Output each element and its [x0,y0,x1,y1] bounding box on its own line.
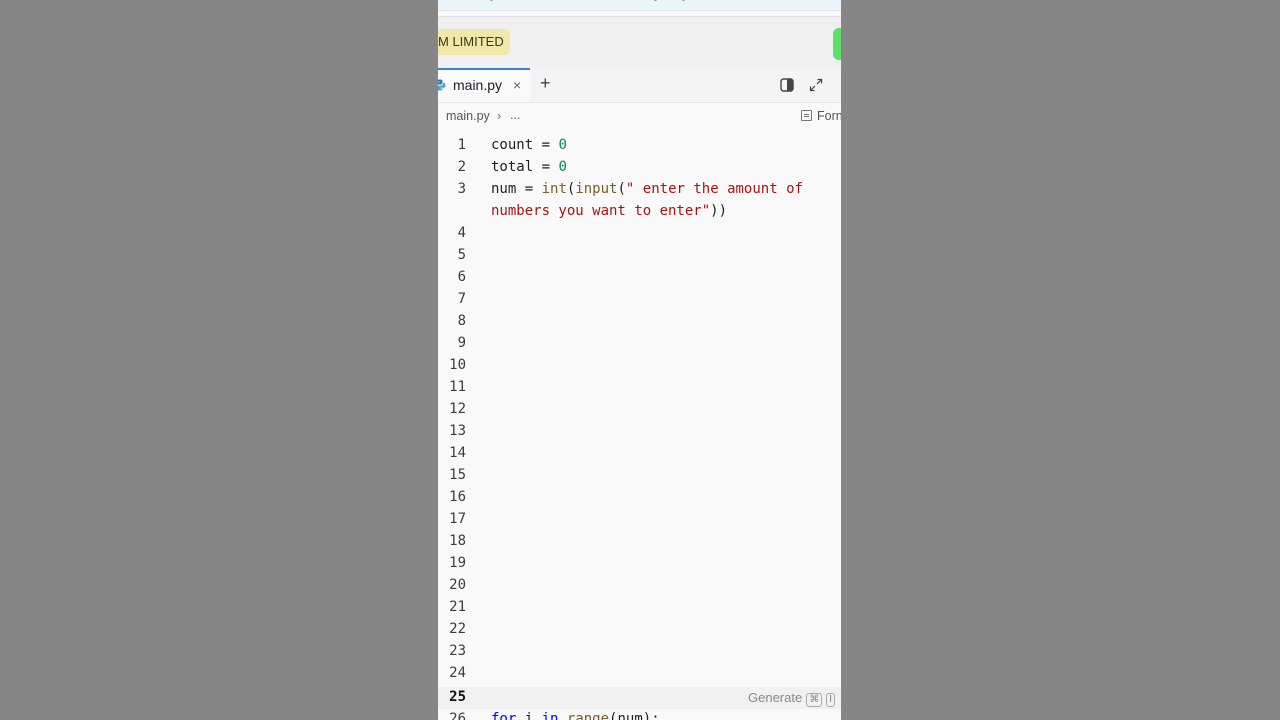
line-number: 22 [449,621,466,637]
code-token: int [541,181,567,197]
line-number: 12 [449,401,466,417]
line-number: 6 [457,269,466,285]
code-token: count [491,137,534,153]
code-editor[interactable]: 1 2 3 4 5 6 7 8 9 10 11 12 13 14 15 16 1… [438,135,841,720]
line-number: 1 [457,137,466,153]
line-number: 26 [449,711,466,720]
code-line: for i in range(num): [491,711,660,720]
strip-dot [490,0,493,1]
line-number: 11 [449,379,466,395]
code-token: = [533,137,559,153]
shortcut-key: ⌘ [806,693,823,707]
line-number-active: 25 [449,689,466,705]
code-line: total = 0 [491,159,567,175]
code-line: num = int(input(" enter the amount of [491,181,803,197]
line-number: 15 [449,467,466,483]
line-number: 19 [449,555,466,571]
line-number: 7 [457,291,466,307]
close-icon[interactable]: × [513,77,521,93]
expand-icon[interactable] [809,78,823,92]
code-token: range [566,711,610,720]
tab-label: main.py [453,77,503,93]
line-number: 9 [457,335,466,351]
code-token: ( [617,181,626,197]
line-number: 16 [449,489,466,505]
code-line-wrapped: numbers you want to enter")) [491,203,727,219]
line-number: 10 [449,357,466,373]
split-view-icon[interactable] [780,78,794,92]
line-number: 21 [449,599,466,615]
code-token: 0 [558,159,567,175]
generate-hint[interactable]: Generate ⌘ I [748,690,835,707]
banner-row: M LIMITED [438,16,841,70]
breadcrumb-more[interactable]: ... [510,108,520,122]
shortcut-key: I [826,693,835,707]
code-token: )) [710,203,728,219]
company-badge[interactable]: M LIMITED [438,29,510,55]
editor-panel: M LIMITED main.py × + main.py › ... Forn… [438,0,841,720]
tab-bar: main.py × + [438,68,841,103]
line-number: 14 [449,445,466,461]
line-number: 24 [449,665,466,681]
code-token: numbers you want to enter" [491,203,711,219]
code-token: 0 [558,137,567,153]
generate-label: Generate [748,690,803,705]
code-token: = [516,181,542,197]
line-number: 8 [457,313,466,329]
line-number: 4 [457,225,466,241]
code-token: = [533,159,559,175]
strip-dot [682,0,685,1]
code-token: i [516,711,542,720]
top-strip [438,0,841,11]
plus-icon[interactable]: + [540,73,551,94]
line-number: 13 [449,423,466,439]
line-number: 2 [457,159,466,175]
line-number: 5 [457,247,466,263]
code-token: for [491,711,517,720]
strip-dot [654,0,657,1]
code-token: " enter the amount of [625,181,803,197]
line-number: 20 [449,577,466,593]
code-token: num [491,181,517,197]
line-number: 17 [449,511,466,527]
status-pill[interactable] [833,28,841,60]
format-label: Forn [817,109,841,123]
chevron-right-icon: › [497,108,502,123]
format-button[interactable]: Forn [801,109,841,123]
format-icon [801,110,812,121]
code-token: (num): [609,711,660,720]
breadcrumb: main.py › ... Forn [438,103,841,131]
line-number: 23 [449,643,466,659]
line-number: 18 [449,533,466,549]
code-line: count = 0 [491,137,567,153]
breadcrumb-file[interactable]: main.py [446,109,490,123]
tab-main-py[interactable]: main.py × [438,68,530,102]
code-token: total [491,159,534,175]
python-file-icon [438,79,446,91]
code-token: input [575,181,618,197]
code-token: in [541,711,559,720]
line-number: 3 [457,181,466,197]
